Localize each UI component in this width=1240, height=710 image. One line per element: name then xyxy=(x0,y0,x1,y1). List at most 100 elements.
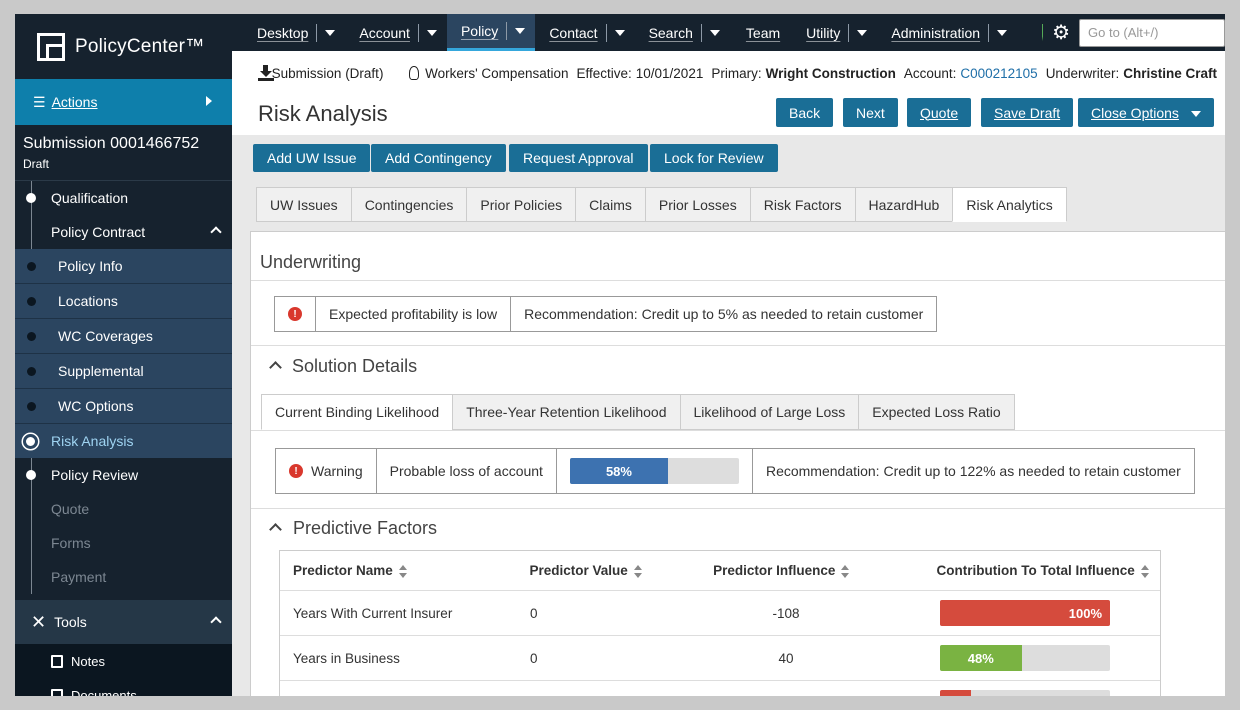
sidebar: PolicyCenter™ ☰ Actions Submission 00014… xyxy=(15,14,232,696)
warning-message: Probable loss of account xyxy=(377,449,557,493)
progress-text: 58% xyxy=(605,463,632,479)
effective-label: Effective: xyxy=(576,65,632,81)
gear-icon[interactable]: ⚙ xyxy=(1052,20,1070,45)
wizard-steps: Qualification Policy Contract Policy Inf… xyxy=(15,181,232,594)
main-content: Add UW Issue Add Contingency Request App… xyxy=(232,135,1225,696)
tab-claims[interactable]: Claims xyxy=(575,187,645,222)
solution-tabs: Current Binding Likelihood Three-Year Re… xyxy=(261,394,1015,430)
account-link[interactable]: C000212105 xyxy=(960,66,1037,81)
tools-icon: ✕ xyxy=(31,611,47,632)
tab-hazardhub[interactable]: HazardHub xyxy=(854,187,953,222)
step-wc-coverages[interactable]: WC Coverages xyxy=(15,319,232,354)
tab-prior-policies[interactable]: Prior Policies xyxy=(466,187,576,222)
tab-contingencies[interactable]: Contingencies xyxy=(350,187,467,222)
add-contingency-button[interactable]: Add Contingency xyxy=(371,144,506,172)
current-step-icon xyxy=(23,434,38,449)
chevron-up-icon[interactable] xyxy=(269,361,282,374)
tab-expected-loss-ratio[interactable]: Expected Loss Ratio xyxy=(858,394,1015,430)
step-policy-review[interactable]: Policy Review xyxy=(15,458,232,492)
tab-label: Risk Factors xyxy=(763,196,842,213)
contribution-cell: 48% xyxy=(926,645,1110,671)
chevron-down-icon[interactable] xyxy=(426,29,437,36)
bookmark-icon[interactable] xyxy=(1042,23,1044,42)
separator xyxy=(848,23,850,42)
step-label: Quote xyxy=(51,501,90,517)
tab-large-loss[interactable]: Likelihood of Large Loss xyxy=(679,394,859,430)
likelihood-progress-bar: 58% xyxy=(569,458,739,484)
divider xyxy=(251,280,1225,281)
column-header[interactable]: Predictor Influence xyxy=(685,563,924,578)
workers-comp-icon xyxy=(409,66,420,80)
goto-input[interactable] xyxy=(1079,18,1225,47)
request-approval-button[interactable]: Request Approval xyxy=(509,144,648,172)
error-icon: ! xyxy=(288,307,302,321)
sort-icon xyxy=(841,564,850,578)
close-options-button[interactable]: Close Options xyxy=(1078,98,1214,127)
separator xyxy=(506,22,508,40)
step-label: Policy Contract xyxy=(51,224,146,240)
chevron-down-icon[interactable] xyxy=(857,29,868,36)
predictive-factors-title[interactable]: Predictive Factors xyxy=(293,518,437,539)
table-cell: Years With Current Insurer xyxy=(293,605,453,621)
tab-uw-issues[interactable]: UW Issues xyxy=(256,187,351,222)
separator xyxy=(316,23,318,42)
step-label: Payment xyxy=(51,569,107,585)
tab-administration[interactable]: Administration xyxy=(877,14,1017,51)
tab-search[interactable]: Search xyxy=(635,14,730,51)
tool-notes[interactable]: Notes xyxy=(15,644,232,678)
tab-account[interactable]: Account xyxy=(345,14,447,51)
tab-label: Account xyxy=(359,24,410,41)
save-draft-button[interactable]: Save Draft xyxy=(981,98,1074,127)
tab-risk-analytics[interactable]: Risk Analytics xyxy=(952,187,1067,222)
table-header: Predictor Name Predictor Value Predictor… xyxy=(280,551,1160,591)
title-bar: Risk Analysis Back Next Quote Save Draft… xyxy=(232,95,1225,135)
tab-risk-factors[interactable]: Risk Factors xyxy=(749,187,855,222)
tab-current-binding-likelihood[interactable]: Current Binding Likelihood xyxy=(261,394,453,430)
column-header[interactable]: Predictor Value xyxy=(515,563,685,578)
tab-contact[interactable]: Contact xyxy=(535,14,634,51)
tab-prior-losses[interactable]: Prior Losses xyxy=(644,187,750,222)
step-policy-info[interactable]: Policy Info xyxy=(15,249,232,284)
tab-policy[interactable]: Policy xyxy=(446,14,536,51)
next-button[interactable]: Next xyxy=(843,98,898,127)
step-locations[interactable]: Locations xyxy=(15,284,232,319)
tab-label: Prior Losses xyxy=(658,196,737,213)
progress-cell: 58% xyxy=(557,449,753,493)
chevron-down-icon[interactable] xyxy=(997,29,1008,36)
step-policy-contract[interactable]: Policy Contract xyxy=(15,215,232,249)
tool-label: Documents xyxy=(71,687,137,697)
column-header[interactable]: Contribution To Total Influence xyxy=(925,563,1160,578)
lock-for-review-button[interactable]: Lock for Review xyxy=(650,144,778,172)
step-qualification[interactable]: Qualification xyxy=(15,181,232,215)
tab-team[interactable]: Team xyxy=(730,14,786,51)
step-dot-icon xyxy=(27,402,36,411)
quote-button[interactable]: Quote xyxy=(907,98,972,127)
chevron-down-icon[interactable] xyxy=(325,29,336,36)
tab-desktop[interactable]: Desktop xyxy=(232,14,345,51)
step-label: Supplemental xyxy=(58,363,144,379)
tool-documents[interactable]: Documents xyxy=(15,678,232,696)
tab-label: Utility xyxy=(806,24,841,41)
sort-icon xyxy=(398,564,407,578)
table-cell: Years in Business xyxy=(293,650,400,666)
back-button[interactable]: Back xyxy=(776,98,834,127)
tools-menu[interactable]: ✕ Tools xyxy=(15,600,232,644)
step-supplemental[interactable]: Supplemental xyxy=(15,354,232,389)
actions-menu[interactable]: ☰ Actions xyxy=(15,79,232,125)
alert-recommendation: Recommendation: Credit up to 5% as neede… xyxy=(524,306,924,322)
chevron-down-icon[interactable] xyxy=(709,29,720,36)
chevron-down-icon[interactable] xyxy=(515,28,526,34)
tab-three-year-retention[interactable]: Three-Year Retention Likelihood xyxy=(452,394,680,430)
step-wc-options[interactable]: WC Options xyxy=(15,389,232,424)
column-header[interactable]: Predictor Name xyxy=(280,563,515,578)
step-label: WC Coverages xyxy=(58,328,153,344)
chevron-down-icon[interactable] xyxy=(614,29,625,36)
add-uw-issue-button[interactable]: Add UW Issue xyxy=(253,144,371,172)
step-risk-analysis[interactable]: Risk Analysis xyxy=(15,424,232,458)
tab-label: Policy xyxy=(460,23,499,39)
tab-utility[interactable]: Utility xyxy=(786,14,877,51)
solution-details-title[interactable]: Solution Details xyxy=(292,356,417,377)
underwriter-label: Underwriter: xyxy=(1045,65,1120,81)
chevron-up-icon[interactable] xyxy=(269,523,282,536)
solution-warning: ! Warning Probable loss of account 58% R… xyxy=(275,448,1195,494)
